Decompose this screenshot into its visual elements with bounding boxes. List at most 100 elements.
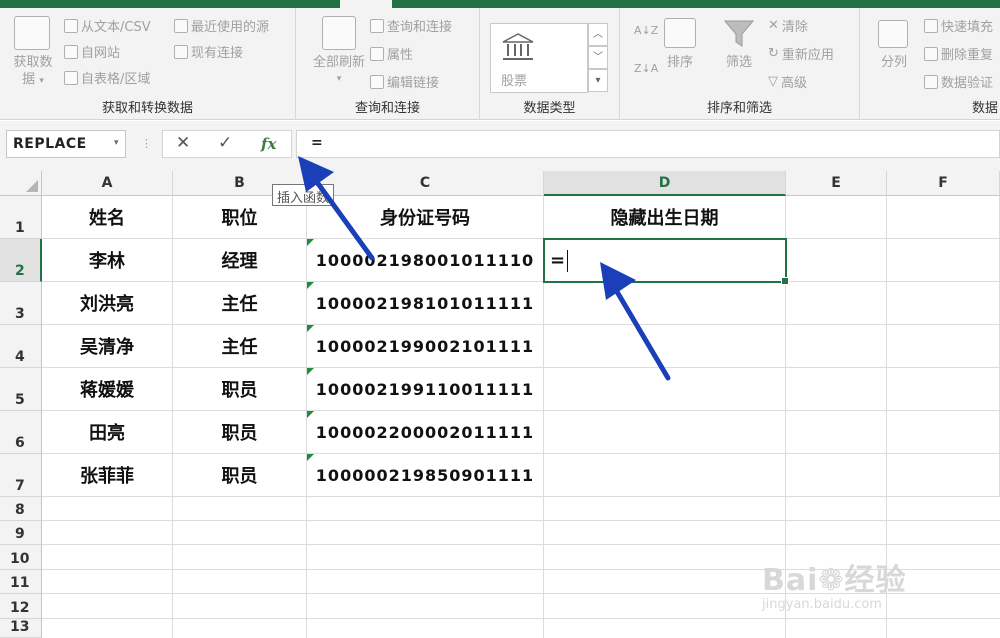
row-header-13[interactable]: 13 [0, 619, 42, 638]
cell-f4[interactable] [887, 325, 1000, 368]
row-header-8[interactable]: 8 [0, 497, 42, 521]
cell-a7[interactable]: 张菲菲 [42, 454, 173, 497]
cell-a4[interactable]: 吴清净 [42, 325, 173, 368]
sort-desc-button[interactable]: Z↓A [634, 62, 658, 75]
row-header-4[interactable]: 4 [0, 325, 42, 368]
insert-function-icon[interactable]: fx [261, 135, 276, 153]
active-cell-d2[interactable]: = [543, 238, 789, 285]
cell-e1[interactable] [786, 196, 887, 239]
cell-d7[interactable] [544, 454, 786, 497]
cell-a2[interactable]: 李林 [42, 239, 173, 282]
ribbon: 获取数 据 ▾ 从文本/CSV 自网站 自表格/区域 最近使用的源 现有连接 获… [0, 8, 1000, 120]
row-header-2[interactable]: 2 [0, 239, 42, 282]
gallery-more[interactable]: ▾ [588, 69, 608, 92]
row-header-11[interactable]: 11 [0, 570, 42, 594]
cell-f1[interactable] [887, 196, 1000, 239]
row-header-7[interactable]: 7 [0, 454, 42, 497]
cell-f6[interactable] [887, 411, 1000, 454]
queries-connections-button[interactable]: 查询和连接 [370, 16, 452, 35]
recent-sources-button[interactable]: 最近使用的源 [174, 16, 269, 35]
cell-c4[interactable]: 100002199002101111 [307, 325, 544, 368]
column-header-a[interactable]: A [42, 171, 173, 196]
cell-d4[interactable] [544, 325, 786, 368]
data-validation-button[interactable]: 数据验证 [924, 72, 993, 91]
cell-a6[interactable]: 田亮 [42, 411, 173, 454]
cell-a3[interactable]: 刘洪亮 [42, 282, 173, 325]
cell-a5[interactable]: 蒋媛媛 [42, 368, 173, 411]
cell-b4[interactable]: 主任 [173, 325, 307, 368]
from-text-csv-button[interactable]: 从文本/CSV [64, 16, 151, 35]
cell-e6[interactable] [786, 411, 887, 454]
cell-b6[interactable]: 职员 [173, 411, 307, 454]
name-box[interactable]: REPLACE ▾ [6, 130, 126, 158]
cell-c5[interactable]: 100002199110011111 [307, 368, 544, 411]
formula-buttons: ✕ ✓ fx [162, 130, 292, 158]
from-web-button[interactable]: 自网站 [64, 42, 120, 61]
group-label-data-tools: 数据 [971, 101, 998, 116]
enter-icon[interactable]: ✓ [218, 133, 232, 153]
cancel-icon[interactable]: ✕ [176, 133, 190, 153]
row-header-9[interactable]: 9 [0, 521, 42, 545]
name-box-value: REPLACE [13, 136, 87, 152]
select-all-button[interactable] [0, 171, 42, 196]
cell-c3[interactable]: 100002198101011111 [307, 282, 544, 325]
from-table-button[interactable]: 自表格/区域 [64, 68, 150, 87]
chevron-down-icon[interactable]: ▾ [114, 138, 119, 148]
cell-b3[interactable]: 主任 [173, 282, 307, 325]
cell-f2[interactable] [887, 239, 1000, 282]
cell-d5[interactable] [544, 368, 786, 411]
cell-c2[interactable]: 100002198001011110 [307, 239, 544, 282]
gallery-scroll-down[interactable]: ﹀ [588, 46, 608, 69]
column-header-d[interactable]: D [544, 171, 786, 196]
stocks-data-type-button[interactable]: 股票 [490, 23, 588, 93]
remove-duplicates-button[interactable]: 删除重复 [924, 44, 993, 63]
cell-b5[interactable]: 职员 [173, 368, 307, 411]
column-header-c[interactable]: C [307, 171, 544, 196]
flash-fill-button[interactable]: 快速填充 [924, 16, 993, 35]
cell-d1[interactable]: 隐藏出生日期 [544, 196, 786, 239]
cell-d3[interactable] [544, 282, 786, 325]
column-header-e[interactable]: E [786, 171, 887, 196]
sort-asc-button[interactable]: A↓Z [634, 24, 658, 37]
filter-button[interactable]: 筛选 [719, 54, 759, 71]
column-header-f[interactable]: F [887, 171, 1000, 196]
row-header-3[interactable]: 3 [0, 282, 42, 325]
cell-e7[interactable] [786, 454, 887, 497]
sort-button[interactable]: 排序 [660, 54, 700, 71]
cell-f3[interactable] [887, 282, 1000, 325]
existing-connections-button[interactable]: 现有连接 [174, 42, 243, 61]
refresh-all-button[interactable]: 全部刷新 ▾ [304, 54, 374, 88]
cell-e3[interactable] [786, 282, 887, 325]
row-header-1[interactable]: 1 [0, 196, 42, 239]
formula-input[interactable]: = [296, 130, 1000, 158]
row-header-10[interactable]: 10 [0, 545, 42, 570]
clear-filter-button[interactable]: ✕ 清除 [768, 16, 808, 35]
cell-d6[interactable] [544, 411, 786, 454]
cell-c1[interactable]: 身份证号码 [307, 196, 544, 239]
cell-f5[interactable] [887, 368, 1000, 411]
get-data-button[interactable]: 获取数 据 ▾ [8, 54, 58, 90]
cell-e2[interactable] [786, 239, 887, 282]
cell-e4[interactable] [786, 325, 887, 368]
cell-b2[interactable]: 经理 [173, 239, 307, 282]
more-icon: ▾ [595, 75, 601, 86]
advanced-filter-button[interactable]: ▽ 高级 [768, 72, 807, 91]
cell-e5[interactable] [786, 368, 887, 411]
group-queries: 全部刷新 ▾ 查询和连接 属性 编辑链接 查询和连接 [296, 8, 480, 120]
cell-f7[interactable] [887, 454, 1000, 497]
cell-c6[interactable]: 100002200002011111 [307, 411, 544, 454]
cell-a1[interactable]: 姓名 [42, 196, 173, 239]
edit-links-button[interactable]: 编辑链接 [370, 72, 439, 91]
reapply-button[interactable]: ↻ 重新应用 [768, 44, 834, 63]
gallery-scroll-up[interactable]: ︿ [588, 23, 608, 46]
cell-c7[interactable]: 100000219850901111 [307, 454, 544, 497]
text-to-columns-button[interactable]: 分列 [874, 54, 914, 71]
table-icon [64, 70, 78, 85]
row-header-12[interactable]: 12 [0, 594, 42, 619]
more-options-icon[interactable]: ⋮ [141, 137, 152, 150]
cell-b7[interactable]: 职员 [173, 454, 307, 497]
dropdown-icon: ▾ [39, 76, 44, 86]
row-header-6[interactable]: 6 [0, 411, 42, 454]
row-header-5[interactable]: 5 [0, 368, 42, 411]
properties-button[interactable]: 属性 [370, 44, 413, 63]
